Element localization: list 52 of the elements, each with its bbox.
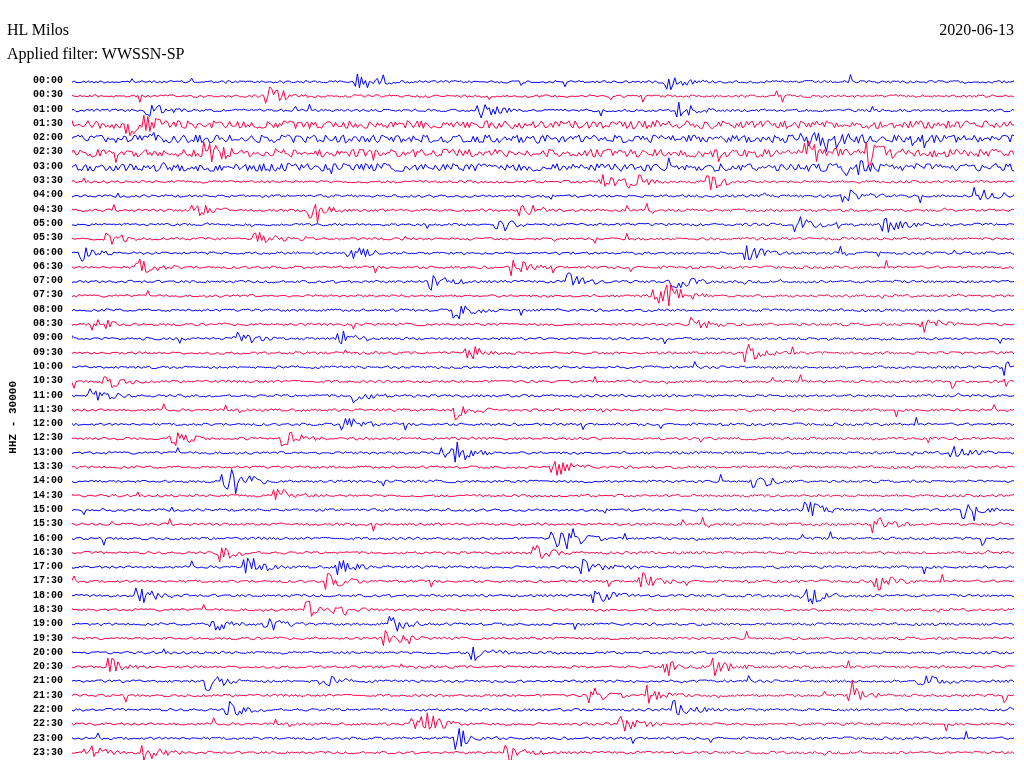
time-label: 09:30 [32, 345, 63, 360]
time-label: 14:30 [32, 488, 63, 503]
time-label: 15:00 [32, 502, 63, 517]
time-label: 02:00 [32, 131, 63, 146]
time-label: 20:00 [32, 645, 63, 660]
time-label: 11:00 [32, 388, 63, 403]
time-label: 10:30 [32, 374, 63, 389]
time-label: 07:00 [32, 274, 63, 289]
time-label: 16:30 [32, 545, 63, 560]
station-title: HL Milos [7, 20, 70, 40]
time-label: 08:30 [32, 317, 63, 332]
time-label: 05:30 [32, 231, 63, 246]
time-label: 12:00 [32, 417, 63, 432]
time-label: 04:00 [32, 188, 63, 203]
time-label: 23:00 [32, 731, 63, 746]
time-label: 00:00 [32, 74, 63, 88]
time-label: 01:00 [32, 102, 63, 117]
time-label: 17:30 [32, 574, 63, 589]
time-label: 10:00 [32, 359, 63, 374]
time-label: 17:00 [32, 560, 63, 575]
time-label: 00:30 [32, 88, 63, 103]
filter-label: Applied filter: WWSSN-SP [7, 44, 186, 64]
time-label: 03:00 [32, 159, 63, 174]
time-label: 07:30 [32, 288, 63, 303]
time-label: 19:00 [32, 617, 63, 632]
time-label: 20:30 [32, 660, 63, 675]
time-label: 06:00 [32, 245, 63, 260]
time-label: 15:30 [32, 517, 63, 532]
time-label: 23:30 [32, 745, 63, 760]
time-label: 22:30 [32, 717, 63, 732]
time-label: 04:30 [32, 202, 63, 217]
channel-label: HHZ - 30000 [7, 380, 19, 454]
time-label: 11:30 [32, 402, 63, 417]
time-label: 09:00 [32, 331, 63, 346]
time-label: 13:30 [32, 460, 63, 474]
time-label: 21:30 [32, 688, 63, 703]
time-label: 16:00 [32, 531, 63, 546]
time-label: 01:30 [32, 116, 63, 131]
time-label: 21:00 [32, 674, 63, 689]
date-label: 2020-06-13 [939, 20, 1014, 40]
time-label: 02:30 [32, 145, 63, 160]
time-label: 14:00 [32, 474, 63, 489]
time-label: 18:00 [32, 588, 63, 603]
time-label: 22:00 [32, 703, 63, 718]
time-label: 19:30 [32, 631, 63, 646]
time-label: 08:00 [32, 302, 63, 317]
time-label: 03:30 [32, 174, 63, 189]
time-label: 06:30 [32, 259, 63, 274]
time-label: 12:30 [32, 431, 63, 446]
time-label: 13:00 [32, 445, 63, 460]
time-label: 05:00 [32, 216, 63, 231]
time-label: 18:30 [32, 603, 63, 617]
